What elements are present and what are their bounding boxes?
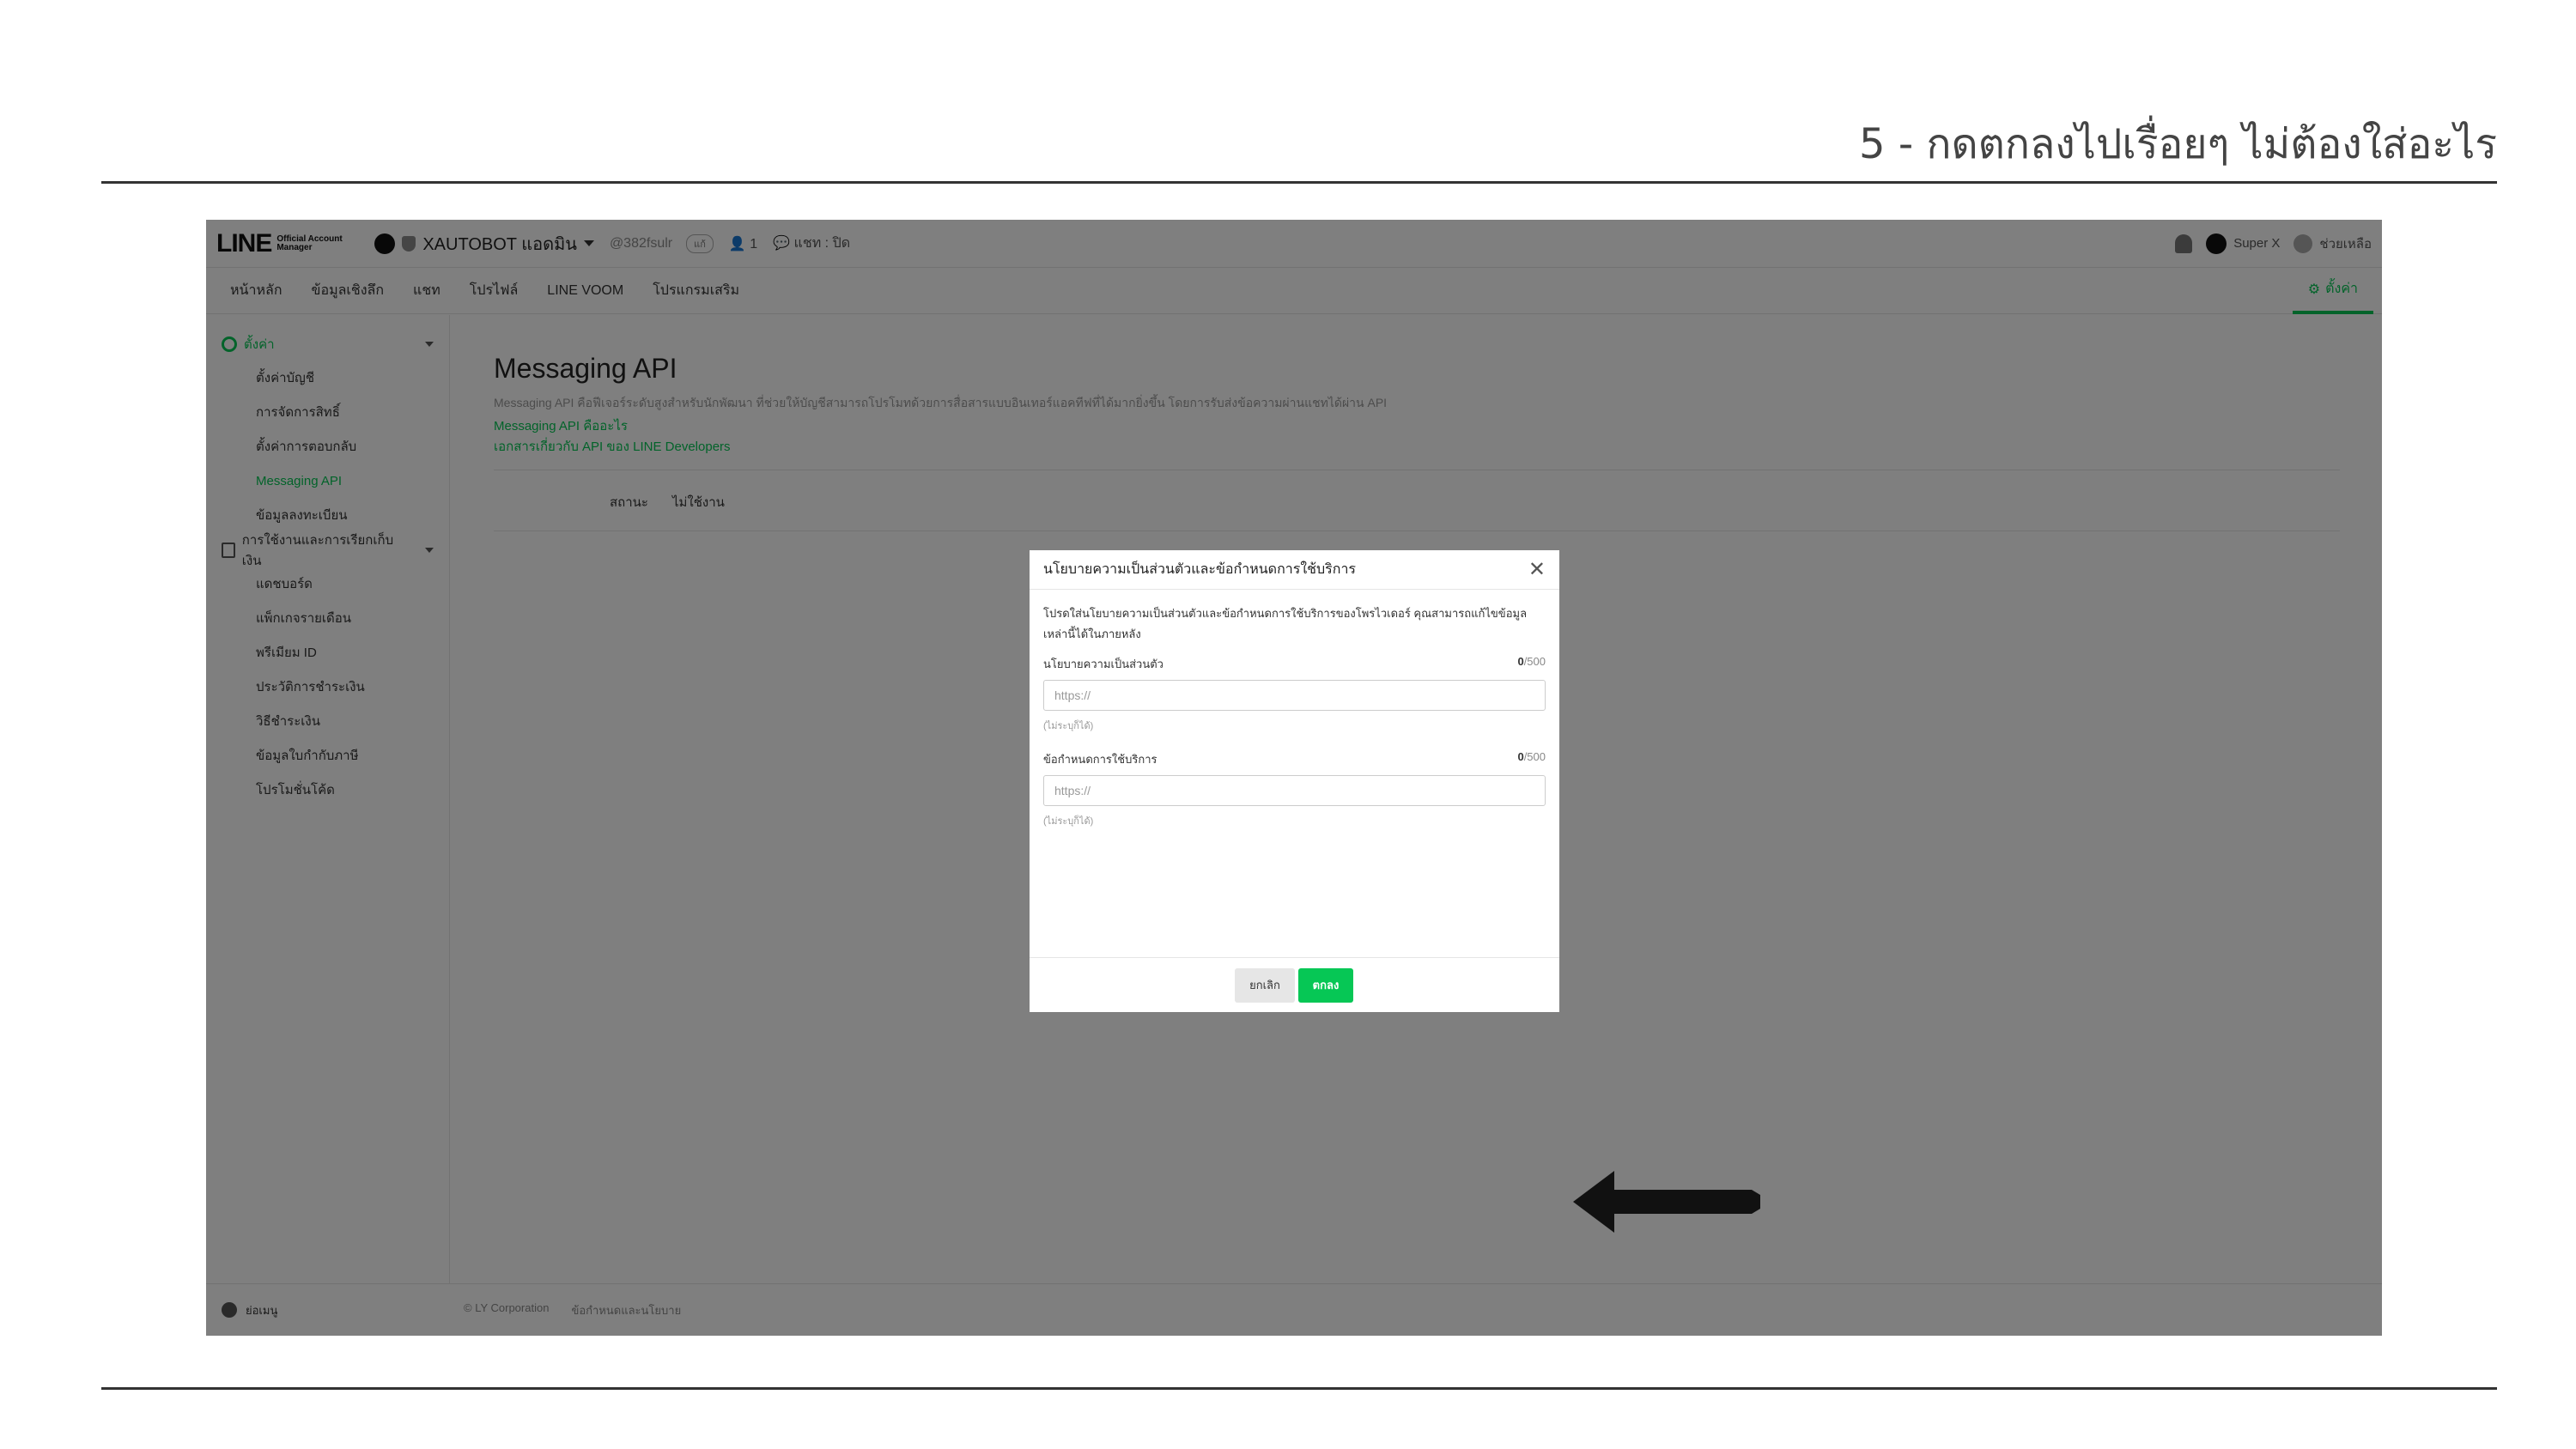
bottom-divider	[101, 1387, 2497, 1390]
dialog-body: โปรดใส่นโยบายความเป็นส่วนตัวและข้อกำหนดก…	[1030, 590, 1559, 842]
char-count-max: /500	[1523, 655, 1546, 668]
cancel-button[interactable]: ยกเลิก	[1235, 967, 1295, 1003]
ok-button[interactable]: ตกลง	[1298, 967, 1353, 1003]
privacy-policy-char-count: 0/500	[1517, 655, 1546, 673]
privacy-policy-hint: (ไม่ระบุก็ได้)	[1043, 721, 1094, 731]
privacy-terms-dialog: นโยบายความเป็นส่วนตัวและข้อกำหนดการใช้บร…	[1030, 550, 1559, 1012]
privacy-policy-field-header: นโยบายความเป็นส่วนตัว 0/500	[1043, 655, 1546, 673]
terms-field-header: ข้อกำหนดการใช้บริการ 0/500	[1043, 750, 1546, 768]
terms-hint: (ไม่ระบุก็ได้)	[1043, 816, 1094, 827]
char-count-value: 0	[1517, 750, 1524, 763]
input-placeholder: https://	[1054, 688, 1091, 702]
terms-input[interactable]: https://	[1043, 775, 1546, 806]
char-count-max: /500	[1523, 750, 1546, 763]
close-icon[interactable]: ✕	[1528, 559, 1546, 580]
input-placeholder: https://	[1054, 784, 1091, 797]
privacy-policy-input[interactable]: https://	[1043, 680, 1546, 711]
dialog-title: นโยบายความเป็นส่วนตัวและข้อกำหนดการใช้บร…	[1043, 562, 1357, 577]
dialog-description: โปรดใส่นโยบายความเป็นส่วนตัวและข้อกำหนดก…	[1043, 607, 1528, 640]
pointer-arrow-icon	[1573, 1171, 1760, 1233]
top-divider	[101, 181, 2497, 184]
screenshot-frame: LINE Official Account Manager XAUTOBOT แ…	[206, 220, 2382, 1336]
dialog-header: นโยบายความเป็นส่วนตัวและข้อกำหนดการใช้บร…	[1030, 550, 1559, 590]
dialog-footer: ยกเลิก ตกลง	[1030, 957, 1559, 1012]
slide-title: 5 - กดตกลงไปเรื่อยๆ ไม่ต้องใส่อะไร	[1859, 120, 2497, 168]
terms-label: ข้อกำหนดการใช้บริการ	[1043, 753, 1157, 766]
privacy-policy-label: นโยบายความเป็นส่วนตัว	[1043, 658, 1163, 670]
terms-char-count: 0/500	[1517, 750, 1546, 768]
tutorial-slide: 5 - กดตกลงไปเรื่อยๆ ไม่ต้องใส่อะไร LINE …	[0, 0, 2576, 1449]
char-count-value: 0	[1517, 655, 1524, 668]
